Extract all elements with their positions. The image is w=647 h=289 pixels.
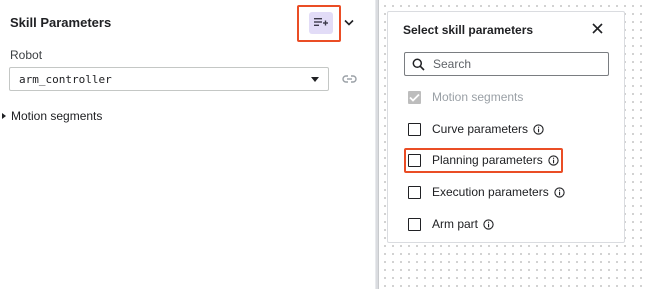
robot-select[interactable]: arm_controller <box>9 67 329 91</box>
option-motion-segments: Motion segments <box>408 89 523 105</box>
option-label: Arm part <box>432 217 479 231</box>
search-field[interactable] <box>404 52 609 76</box>
checkbox[interactable] <box>408 185 421 199</box>
info-icon[interactable] <box>548 154 559 166</box>
option-planning-parameters[interactable]: Planning parameters <box>408 152 559 168</box>
options-dropdown-button[interactable] <box>343 16 355 28</box>
chevron-down-icon <box>344 19 354 26</box>
option-label: Execution parameters <box>432 185 549 199</box>
robot-select-value: arm_controller <box>19 72 112 86</box>
motion-segments-label: Motion segments <box>11 109 103 123</box>
option-curve-parameters[interactable]: Curve parameters <box>408 121 544 137</box>
close-button[interactable] <box>590 21 604 35</box>
dialog-title: Select skill parameters <box>403 23 534 37</box>
option-label: Planning parameters <box>432 153 543 167</box>
checkbox-checked-disabled <box>408 90 421 104</box>
add-parameters-button[interactable] <box>309 12 333 34</box>
panel-title: Skill Parameters <box>10 15 112 30</box>
checkbox[interactable] <box>408 217 421 231</box>
playlist-add-icon <box>314 17 328 29</box>
checkbox[interactable] <box>408 122 421 136</box>
option-execution-parameters[interactable]: Execution parameters <box>408 184 565 200</box>
select-skill-parameters-dialog: Select skill parameters Motion segments <box>387 11 625 243</box>
search-input[interactable] <box>433 57 603 71</box>
search-icon <box>405 58 431 71</box>
checkbox[interactable] <box>408 153 421 167</box>
option-label: Curve parameters <box>432 122 529 136</box>
option-label: Motion segments <box>432 90 524 104</box>
info-icon[interactable] <box>554 186 565 198</box>
info-icon[interactable] <box>533 123 544 135</box>
robot-label: Robot <box>10 48 43 62</box>
motion-segments-toggle[interactable]: Motion segments <box>0 108 102 124</box>
triangle-right-icon <box>2 113 6 119</box>
link-button[interactable] <box>341 72 357 86</box>
option-arm-part[interactable]: Arm part <box>408 216 494 232</box>
skill-parameters-panel: Skill Parameters Robot arm_controller Mo… <box>0 0 375 289</box>
close-icon <box>591 22 603 34</box>
link-icon <box>341 74 357 84</box>
info-icon[interactable] <box>483 218 494 230</box>
caret-down-icon <box>311 77 319 82</box>
